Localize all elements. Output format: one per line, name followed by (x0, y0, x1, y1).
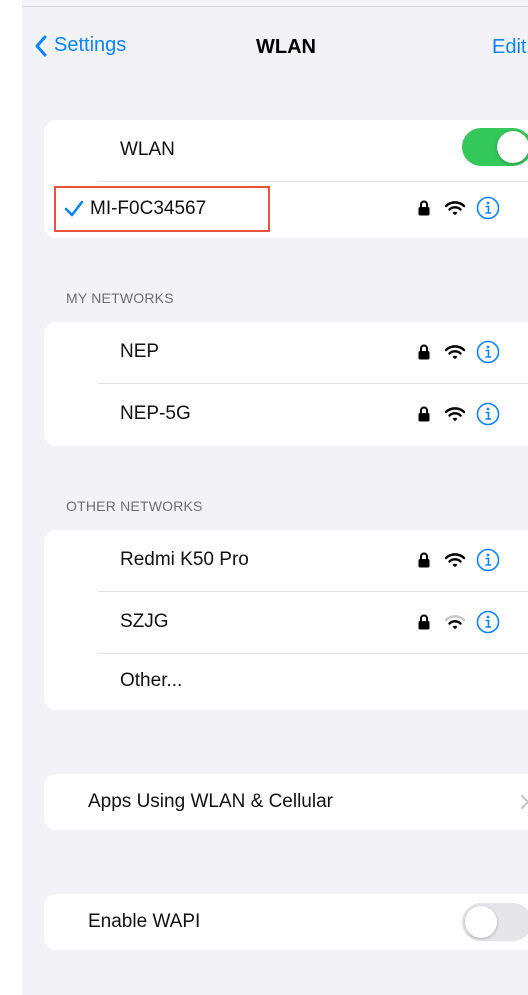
wifi-icon (445, 345, 465, 360)
wapi-group: Enable WAPI (44, 894, 528, 950)
page-title: WLAN (256, 36, 316, 58)
network-name: NEP-5G (120, 403, 191, 424)
my-networks-group: NEP NEP-5G (44, 322, 528, 446)
lock-icon (418, 614, 430, 630)
other-networks-group: Redmi K50 Pro SZJG Other... (44, 530, 528, 710)
chevron-left-icon (35, 35, 47, 56)
wlan-toggle-row: WLAN (44, 120, 528, 182)
wifi-icon (445, 615, 465, 630)
wapi-row: Enable WAPI (44, 894, 528, 950)
top-divider (22, 6, 528, 7)
network-row-nep-5g[interactable]: NEP-5G (44, 384, 528, 446)
network-name: Redmi K50 Pro (120, 549, 249, 570)
apps-using-label: Apps Using WLAN & Cellular (88, 791, 333, 812)
apps-using-row[interactable]: Apps Using WLAN & Cellular (44, 774, 528, 830)
chevron-right-icon (521, 795, 528, 809)
highlight-box (54, 186, 270, 232)
wapi-label: Enable WAPI (88, 911, 201, 932)
wifi-icon (445, 201, 465, 216)
network-row-szjg[interactable]: SZJG (44, 592, 528, 654)
wapi-toggle[interactable] (462, 903, 528, 941)
network-status-icons (418, 610, 500, 634)
toggle-knob (497, 131, 528, 163)
network-status-icons (418, 340, 500, 364)
lock-icon (418, 200, 430, 216)
wlan-label: WLAN (120, 139, 175, 160)
network-status-icons (418, 402, 500, 426)
other-network-label: Other... (120, 670, 183, 691)
screen: Settings WLAN Edit WLAN MI-F0C34567 MY N… (22, 0, 528, 995)
network-name: NEP (120, 341, 160, 362)
edit-button[interactable]: Edit (492, 36, 526, 59)
network-row-nep[interactable]: NEP (44, 322, 528, 384)
wifi-icon (445, 407, 465, 422)
apps-using-group: Apps Using WLAN & Cellular (44, 774, 528, 830)
info-icon[interactable] (476, 548, 500, 572)
wifi-icon (445, 553, 465, 568)
lock-icon (418, 552, 430, 568)
network-status-icons (418, 548, 500, 572)
other-networks-header: OTHER NETWORKS (66, 498, 203, 514)
lock-icon (418, 406, 430, 422)
back-label: Settings (54, 34, 127, 56)
info-icon[interactable] (476, 340, 500, 364)
lock-icon (418, 344, 430, 360)
network-name: SZJG (120, 611, 169, 632)
info-icon[interactable] (476, 402, 500, 426)
network-row-redmi-k50-pro[interactable]: Redmi K50 Pro (44, 530, 528, 592)
info-icon[interactable] (476, 196, 500, 220)
back-button[interactable]: Settings (34, 34, 126, 57)
network-status-icons (418, 196, 500, 220)
other-network-row[interactable]: Other... (44, 654, 528, 710)
wlan-toggle[interactable] (462, 128, 528, 166)
toggle-knob (465, 906, 497, 938)
my-networks-header: MY NETWORKS (66, 290, 174, 306)
info-icon[interactable] (476, 610, 500, 634)
